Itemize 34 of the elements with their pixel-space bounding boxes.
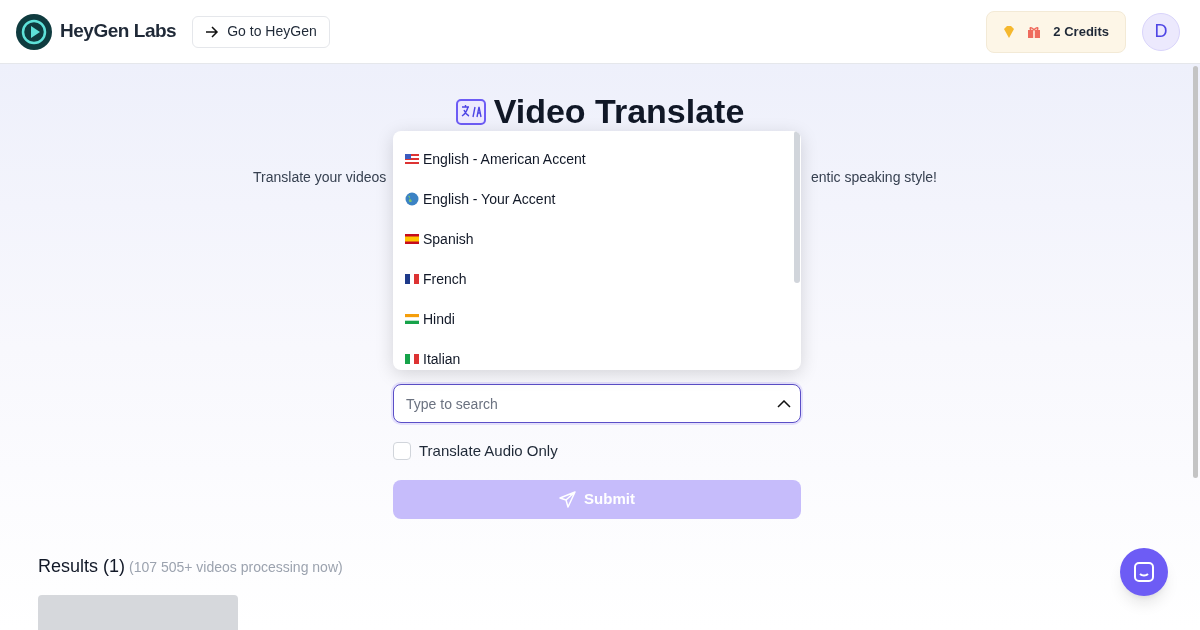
subtitle-text: Translate your videos: [253, 168, 387, 187]
gift-icon: [1027, 24, 1042, 39]
page-title: Video Translate: [493, 91, 745, 132]
language-option[interactable]: Italian: [393, 339, 801, 370]
language-option[interactable]: English - Your Accent: [393, 179, 801, 219]
brand-name: HeyGen Labs: [60, 19, 177, 44]
arrow-right-icon: [205, 25, 220, 38]
checkbox-label: Translate Audio Only: [419, 441, 558, 461]
globe-icon: [405, 192, 419, 206]
language-option[interactable]: Spanish: [393, 219, 801, 259]
language-search-field[interactable]: Type to search: [393, 384, 801, 423]
processing-note: (107 505+ videos processing now): [129, 558, 343, 577]
chevron-up-icon: [777, 400, 791, 408]
gem-icon: [1003, 24, 1016, 39]
translate-icon: [455, 98, 486, 125]
france-flag-icon: [405, 274, 419, 284]
go-to-heygen-button[interactable]: Go to HeyGen: [192, 15, 330, 48]
results-title: Results (1): [38, 555, 126, 578]
video-thumbnail[interactable]: [38, 595, 238, 630]
send-icon: [559, 490, 577, 508]
credits-count: 2 Credits: [1053, 22, 1109, 41]
language-option[interactable]: English - American Accent: [393, 139, 801, 179]
chat-icon: [1133, 561, 1155, 583]
chat-button[interactable]: [1120, 548, 1168, 596]
spain-flag-icon: [405, 234, 419, 244]
india-flag-icon: [405, 314, 419, 324]
user-avatar[interactable]: D: [1142, 12, 1180, 51]
language-option[interactable]: Hindi: [393, 299, 801, 339]
subtitle-text: entic speaking style!: [810, 168, 937, 187]
italy-flag-icon: [405, 354, 419, 364]
language-option[interactable]: French: [393, 259, 801, 299]
checkbox[interactable]: [393, 442, 411, 461]
us-flag-icon: [405, 154, 419, 164]
logo-icon: [16, 13, 52, 50]
